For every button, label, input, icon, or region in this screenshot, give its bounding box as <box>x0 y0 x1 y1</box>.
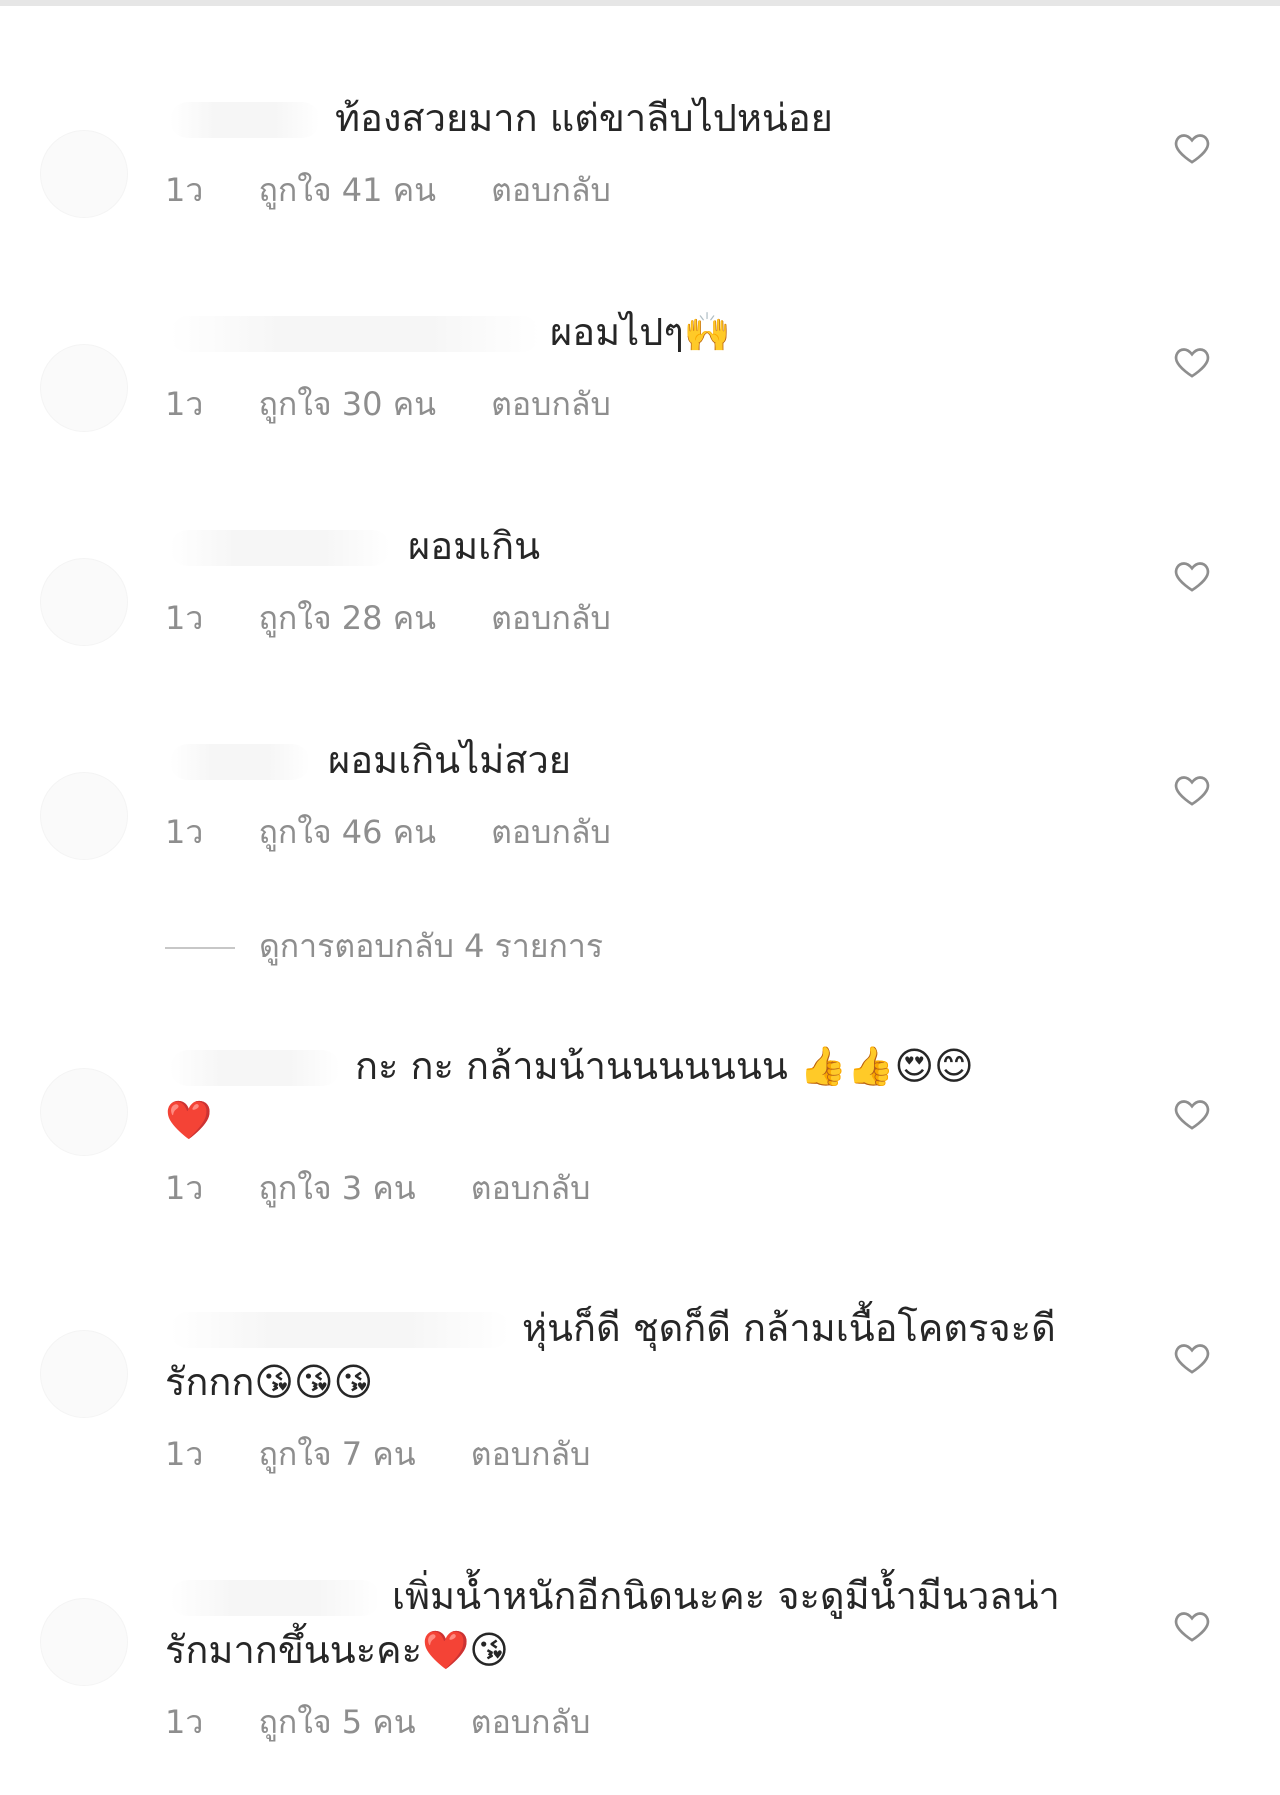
reply-button[interactable]: ตอบกลับ <box>491 170 611 210</box>
comment-likes[interactable]: ถูกใจ 41 คน <box>259 170 436 210</box>
replies-divider-line <box>165 947 235 949</box>
heart-icon[interactable] <box>1172 128 1212 168</box>
comment-time: 1ว <box>165 599 204 637</box>
heart-icon[interactable] <box>1172 1094 1212 1134</box>
comment-text: หุ่นก็ดี ชุดก็ดี กล้ามเนื้อโคตรจะดี <box>522 1306 1056 1350</box>
comment-item: หุ่นก็ดี ชุดก็ดี กล้ามเนื้อโคตรจะดี รักก… <box>0 1300 1280 1480</box>
comment-meta: 1ว ถูกใจ 28 คน ตอบกลับ <box>165 598 611 638</box>
avatar[interactable] <box>40 772 128 860</box>
view-replies-button[interactable]: ดูการตอบกลับ 4 รายการ <box>165 924 603 968</box>
username-redacted[interactable] <box>170 102 320 138</box>
avatar[interactable] <box>40 1068 128 1156</box>
comment-text: ผอมไปๆ🙌 <box>550 310 732 354</box>
comment-time: 1ว <box>165 1435 204 1473</box>
comment-time: 1ว <box>165 1169 204 1207</box>
view-replies-label: ดูการตอบกลับ 4 รายการ <box>259 927 604 965</box>
comment-meta: 1ว ถูกใจ 46 คน ตอบกลับ <box>165 812 611 852</box>
username-redacted[interactable] <box>170 316 540 352</box>
comment-text: เพิ่มน้ำหนักอีกนิดนะคะ จะดูมีน้ำมีนวลน่า <box>392 1574 1060 1618</box>
comment-likes[interactable]: ถูกใจ 5 คน <box>259 1702 416 1742</box>
heart-icon[interactable] <box>1172 1338 1212 1378</box>
reply-button[interactable]: ตอบกลับ <box>471 1168 591 1208</box>
heart-icon[interactable] <box>1172 556 1212 596</box>
comment-time: 1ว <box>165 385 204 423</box>
comment-text: ท้องสวยมาก แต่ขาลีบไปหน่อย <box>335 96 833 140</box>
reply-button[interactable]: ตอบกลับ <box>471 1434 591 1474</box>
username-redacted[interactable] <box>170 1580 380 1616</box>
comment-item: เพิ่มน้ำหนักอีกนิดนะคะ จะดูมีน้ำมีนวลน่า… <box>0 1568 1280 1748</box>
avatar[interactable] <box>40 344 128 432</box>
username-redacted[interactable] <box>170 744 310 780</box>
heart-icon[interactable] <box>1172 1606 1212 1646</box>
comment-meta: 1ว ถูกใจ 30 คน ตอบกลับ <box>165 384 611 424</box>
top-divider <box>0 0 1280 6</box>
avatar[interactable] <box>40 1598 128 1686</box>
reply-button[interactable]: ตอบกลับ <box>491 598 611 638</box>
comment-time: 1ว <box>165 813 204 851</box>
comment-text-line2: รักมากขึ้นนะคะ❤️😘 <box>165 1628 509 1672</box>
comment-likes[interactable]: ถูกใจ 7 คน <box>259 1434 416 1474</box>
comment-text: ผอมเกิน <box>408 524 541 568</box>
comment-item: ท้องสวยมาก แต่ขาลีบไปหน่อย 1ว ถูกใจ 41 ค… <box>0 90 1280 220</box>
avatar[interactable] <box>40 558 128 646</box>
comment-meta: 1ว ถูกใจ 5 คน ตอบกลับ <box>165 1702 590 1742</box>
comment-text-line2: รักกก😘😘😘 <box>165 1360 374 1404</box>
comment-meta: 1ว ถูกใจ 41 คน ตอบกลับ <box>165 170 611 210</box>
comment-likes[interactable]: ถูกใจ 3 คน <box>259 1168 416 1208</box>
comment-likes[interactable]: ถูกใจ 46 คน <box>259 812 436 852</box>
comment-item: ผอมเกินไม่สวย 1ว ถูกใจ 46 คน ตอบกลับ <box>0 732 1280 862</box>
comment-text: ผอมเกินไม่สวย <box>328 738 572 782</box>
reply-button[interactable]: ตอบกลับ <box>491 384 611 424</box>
heart-icon[interactable] <box>1172 770 1212 810</box>
username-redacted[interactable] <box>170 530 390 566</box>
comment-meta: 1ว ถูกใจ 3 คน ตอบกลับ <box>165 1168 590 1208</box>
heart-icon[interactable] <box>1172 342 1212 382</box>
reply-button[interactable]: ตอบกลับ <box>491 812 611 852</box>
comment-item: ผอมเกิน 1ว ถูกใจ 28 คน ตอบกลับ <box>0 518 1280 648</box>
avatar[interactable] <box>40 130 128 218</box>
username-redacted[interactable] <box>170 1050 340 1086</box>
comment-text-line2: ❤️ <box>165 1098 213 1142</box>
comment-likes[interactable]: ถูกใจ 28 คน <box>259 598 436 638</box>
comment-time: 1ว <box>165 171 204 209</box>
comment-likes[interactable]: ถูกใจ 30 คน <box>259 384 436 424</box>
username-redacted[interactable] <box>170 1312 510 1348</box>
comment-text: กะ กะ กล้ามน้านนนนนนน 👍👍😍😊 <box>355 1044 974 1088</box>
comment-time: 1ว <box>165 1703 204 1741</box>
comment-meta: 1ว ถูกใจ 7 คน ตอบกลับ <box>165 1434 590 1474</box>
comment-item: ผอมไปๆ🙌 1ว ถูกใจ 30 คน ตอบกลับ <box>0 304 1280 434</box>
comment-item: กะ กะ กล้ามน้านนนนนนน 👍👍😍😊 ❤️ 1ว ถูกใจ 3… <box>0 1038 1280 1218</box>
avatar[interactable] <box>40 1330 128 1418</box>
reply-button[interactable]: ตอบกลับ <box>471 1702 591 1742</box>
